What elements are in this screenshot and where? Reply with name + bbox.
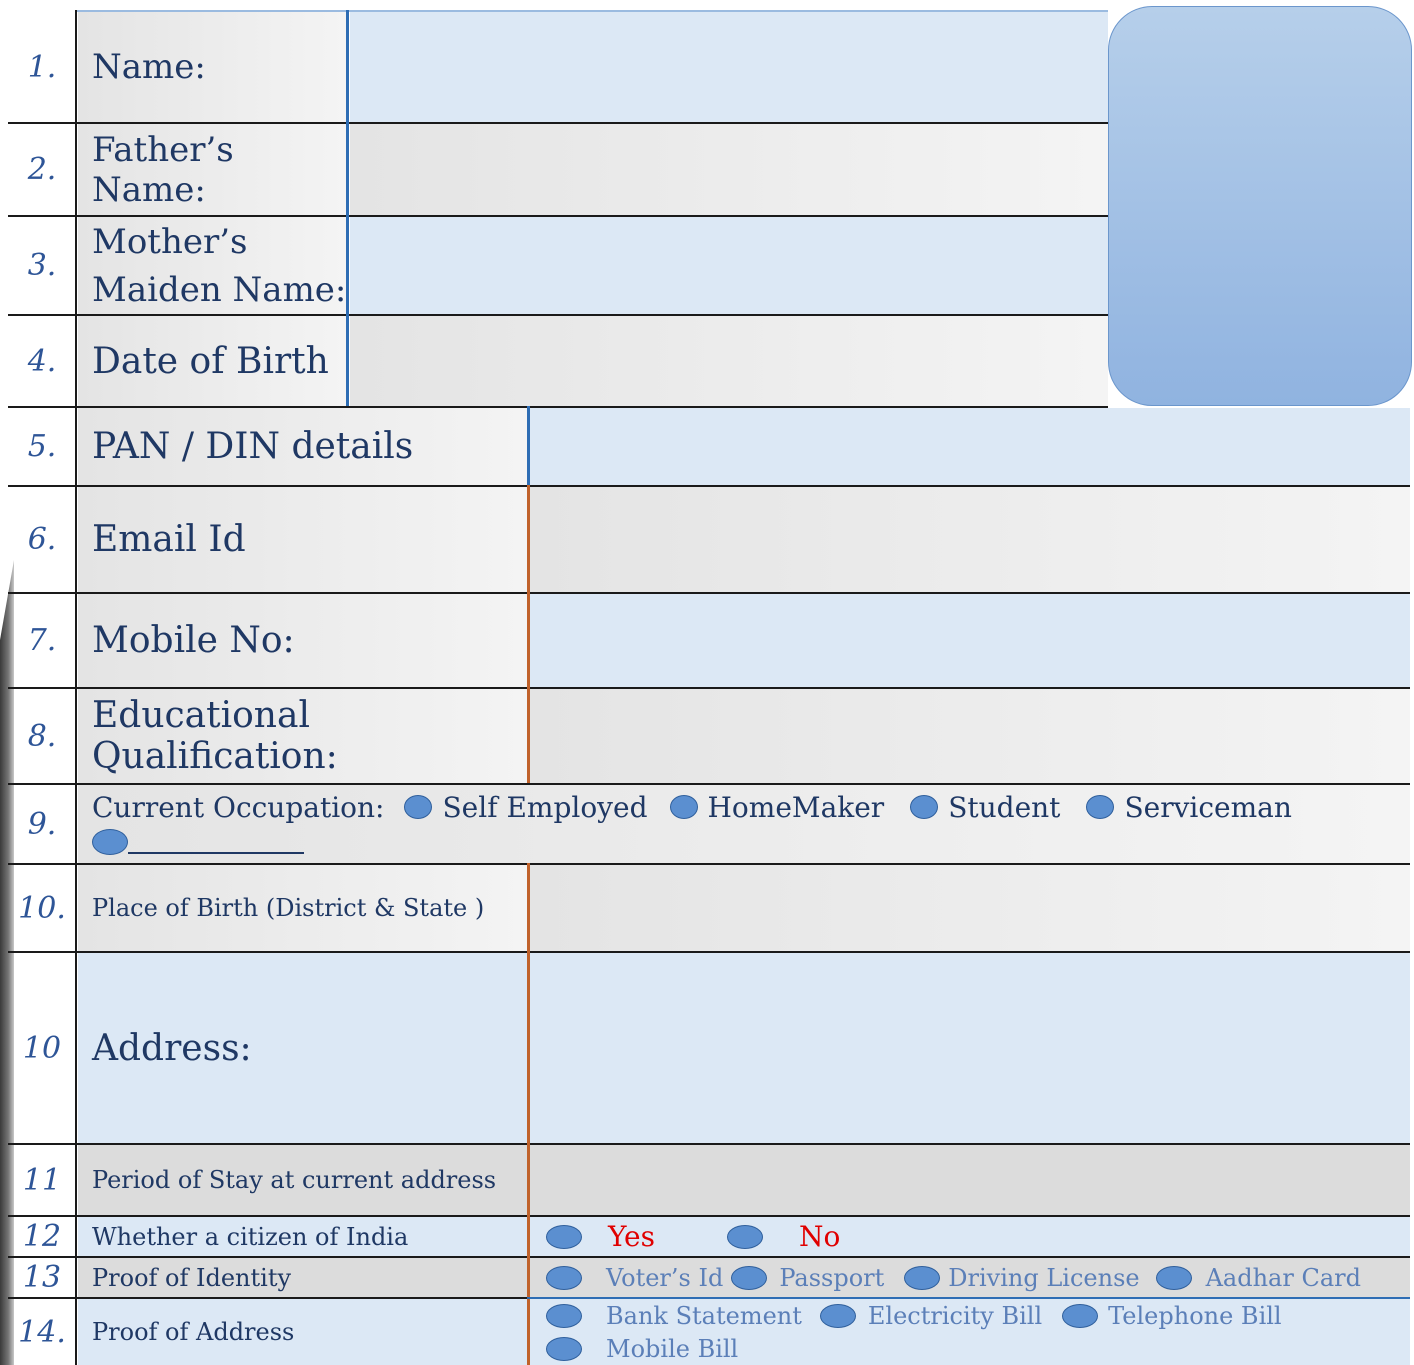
name-label: Name: [78, 12, 348, 122]
period-of-stay-label: Period of Stay at current address [78, 1145, 528, 1215]
row-number: 1. [27, 49, 57, 85]
row-number: 13 [22, 1260, 62, 1295]
pan-din-field[interactable] [530, 408, 1410, 485]
row-number: 4. [27, 343, 57, 379]
row-number: 14. [18, 1314, 66, 1350]
address-option-bank-statement[interactable]: Bank Statement [546, 1302, 802, 1330]
row-number: 11 [22, 1162, 62, 1198]
mother-maiden-name-label: Mother’s Maiden Name: [78, 217, 348, 314]
father-name-field[interactable] [350, 124, 1108, 215]
column-divider [527, 485, 530, 783]
column-divider [346, 10, 349, 406]
radio-button[interactable] [910, 795, 939, 819]
date-of-birth-field[interactable] [350, 316, 1108, 406]
email-label: Email Id [78, 487, 528, 592]
row-name: 1. Name: [8, 12, 1108, 122]
other-occupation-input[interactable] [128, 830, 304, 854]
row-number: 8. [27, 718, 57, 754]
proof-of-address-label: Proof of Address [78, 1299, 528, 1365]
identity-option-aadhar-card[interactable]: Aadhar Card [1155, 1264, 1361, 1292]
citizen-options: Yes No [530, 1217, 1410, 1256]
radio-button[interactable] [904, 1265, 941, 1290]
occupation-option-student[interactable]: Student [910, 791, 1060, 824]
row-email: 6. Email Id [8, 487, 1410, 592]
photo-placeholder[interactable] [1108, 6, 1412, 406]
row-number: 7. [27, 623, 57, 658]
mobile-field[interactable] [530, 594, 1410, 687]
row-citizen: 12 Whether a citizen of India Yes No [8, 1217, 1410, 1256]
period-of-stay-field[interactable] [530, 1145, 1410, 1215]
row-mother-maiden-name: 3. Mother’s Maiden Name: [8, 217, 1108, 314]
proof-of-identity-label: Proof of Identity [78, 1258, 528, 1297]
identity-option-voters-id[interactable]: Voter’s Id [546, 1264, 723, 1292]
identity-option-driving-license[interactable]: Driving License [904, 1264, 1140, 1292]
row-address: 10 Address: [8, 953, 1410, 1143]
address-option-mobile-bill[interactable]: Mobile Bill [546, 1335, 738, 1363]
radio-button[interactable] [404, 795, 433, 819]
row-proof-of-address: 14. Proof of Address Bank Statement Elec… [8, 1299, 1410, 1365]
mobile-label: Mobile No: [78, 594, 528, 687]
row-proof-of-identity: 13 Proof of Identity Voter’s Id Passport… [8, 1258, 1410, 1297]
place-of-birth-label: Place of Birth (District & State ) [78, 865, 528, 951]
identity-option-passport[interactable]: Passport [731, 1264, 884, 1292]
proof-of-address-options: Bank Statement Electricity Bill Telephon… [530, 1299, 1410, 1365]
radio-button[interactable] [546, 1304, 582, 1328]
date-of-birth-label: Date of Birth [78, 316, 348, 406]
address-field[interactable] [530, 953, 1410, 1143]
row-pan-din: 5. PAN / DIN details [8, 408, 1410, 485]
citizen-option-yes[interactable]: Yes [546, 1220, 655, 1253]
occupation-label: Current Occupation: [92, 790, 385, 824]
row-number: 12 [22, 1219, 62, 1254]
row-number: 10 [22, 1030, 62, 1066]
column-divider [527, 863, 530, 1365]
radio-button[interactable] [1062, 1304, 1099, 1328]
citizen-label: Whether a citizen of India [78, 1217, 528, 1256]
radio-button[interactable] [731, 1265, 768, 1290]
occupation-option-homemaker[interactable]: HomeMaker [669, 791, 884, 824]
row-number: 5. [27, 429, 57, 464]
radio-button[interactable] [546, 1337, 582, 1361]
row-number: 9. [27, 806, 57, 842]
address-option-telephone-bill[interactable]: Telephone Bill [1062, 1302, 1282, 1330]
address-label: Address: [78, 953, 528, 1143]
table-left-divider [75, 10, 77, 1365]
education-label: Educational Qualification: [78, 689, 528, 783]
occupation-cell: Current Occupation: Self Employed HomeMa… [78, 785, 1410, 863]
column-divider [527, 1297, 1410, 1299]
radio-button[interactable] [546, 1224, 582, 1249]
pan-din-label: PAN / DIN details [78, 408, 528, 485]
occupation-option-serviceman[interactable]: Serviceman [1086, 791, 1292, 824]
row-place-of-birth: 10. Place of Birth (District & State ) [8, 865, 1410, 951]
place-of-birth-field[interactable] [530, 865, 1410, 951]
occupation-option-other[interactable] [92, 829, 1410, 855]
row-father-name: 2. Father’s Name: [8, 124, 1108, 215]
email-field[interactable] [530, 487, 1410, 592]
father-name-label: Father’s Name: [78, 124, 348, 215]
row-occupation: 9. Current Occupation: Self Employed Hom… [8, 785, 1410, 863]
radio-button[interactable] [819, 1304, 856, 1328]
row-mobile: 7. Mobile No: [8, 594, 1410, 687]
name-field[interactable] [350, 12, 1108, 122]
radio-button[interactable] [727, 1224, 763, 1249]
radio-button[interactable] [546, 1265, 582, 1290]
proof-of-identity-options: Voter’s Id Passport Driving License Aadh… [530, 1258, 1410, 1297]
mother-maiden-name-field[interactable] [350, 217, 1108, 314]
row-education: 8. Educational Qualification: [8, 689, 1410, 783]
row-number: 3. [27, 248, 57, 283]
radio-button[interactable] [1086, 795, 1115, 819]
column-divider [527, 406, 530, 485]
radio-button[interactable] [669, 795, 698, 819]
row-date-of-birth: 4. Date of Birth [8, 316, 1108, 406]
row-number: 10. [18, 890, 66, 926]
row-number: 2. [27, 152, 57, 187]
radio-button[interactable] [1155, 1265, 1192, 1290]
occupation-option-self-employed[interactable]: Self Employed [404, 791, 648, 824]
citizen-option-no[interactable]: No [727, 1220, 840, 1253]
education-field[interactable] [530, 689, 1410, 783]
radio-button[interactable] [92, 829, 128, 855]
row-period-of-stay: 11 Period of Stay at current address [8, 1145, 1410, 1215]
row-number: 6. [27, 522, 57, 557]
address-option-electricity-bill[interactable]: Electricity Bill [819, 1302, 1042, 1330]
